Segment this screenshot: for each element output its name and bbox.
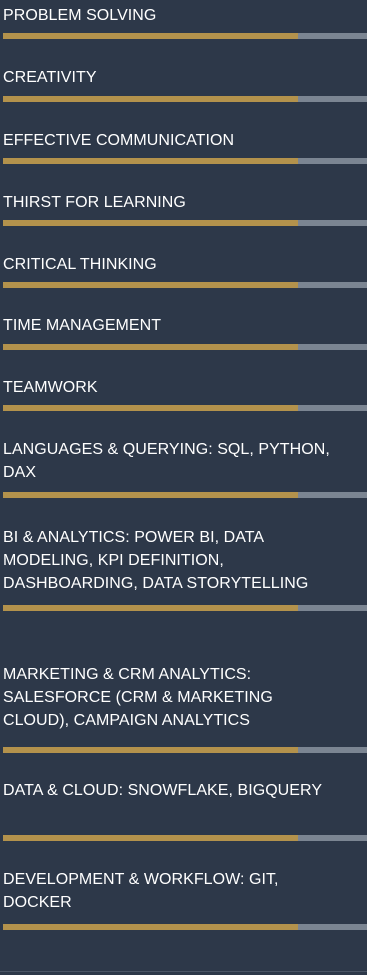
skill-progress-bar <box>3 747 367 753</box>
skill-progress-bar <box>3 405 367 411</box>
skill-progress-bar <box>3 158 367 164</box>
skill-label: CREATIVITY <box>3 69 97 86</box>
skill-item-problem-solving: PROBLEM SOLVING <box>3 4 367 39</box>
skill-progress-bar <box>3 33 367 39</box>
skill-item-data-cloud: DATA & CLOUD: SNOWFLAKE, BIGQUERY <box>3 779 367 841</box>
skill-progress-bar <box>3 96 367 102</box>
skill-label: BI & ANALYTICS: POWER BI, DATA MODELING,… <box>3 529 309 592</box>
skills-list: PROBLEM SOLVING CREATIVITY EFFECTIVE COM… <box>0 0 367 975</box>
skill-progress-fill <box>3 405 298 411</box>
section-divider <box>0 971 367 972</box>
skill-progress-fill <box>3 924 298 930</box>
skill-progress-fill <box>3 282 298 288</box>
skill-progress-fill <box>3 33 298 39</box>
skill-progress-bar <box>3 924 367 930</box>
skill-label: THIRST FOR LEARNING <box>3 194 186 211</box>
skill-progress-bar <box>3 220 367 226</box>
skill-progress-bar <box>3 344 367 350</box>
skill-item-time-management: TIME MANAGEMENT <box>3 314 367 350</box>
skill-label: DEVELOPMENT & WORKFLOW: GIT, DOCKER <box>3 871 279 911</box>
skill-progress-bar <box>3 492 367 498</box>
skill-progress-bar <box>3 282 367 288</box>
skill-item-development-workflow: DEVELOPMENT & WORKFLOW: GIT, DOCKER <box>3 868 367 930</box>
skill-progress-fill <box>3 220 298 226</box>
skill-item-critical-thinking: CRITICAL THINKING <box>3 253 367 288</box>
skill-label: EFFECTIVE COMMUNICATION <box>3 132 235 149</box>
skill-label: CRITICAL THINKING <box>3 256 157 273</box>
skill-progress-fill <box>3 344 298 350</box>
skill-progress-fill <box>3 747 298 753</box>
skill-progress-fill <box>3 492 298 498</box>
skill-item-marketing-crm-analytics: MARKETING & CRM ANALYTICS: SALESFORCE (C… <box>3 663 367 753</box>
skill-label: LANGUAGES & QUERYING: SQL, PYTHON, DAX <box>3 441 330 481</box>
skill-progress-fill <box>3 605 298 611</box>
skill-progress-fill <box>3 96 298 102</box>
skill-label: TEAMWORK <box>3 379 98 396</box>
skill-item-teamwork: TEAMWORK <box>3 376 367 411</box>
skill-label: MARKETING & CRM ANALYTICS: SALESFORCE (C… <box>3 666 273 729</box>
skill-progress-fill <box>3 835 298 841</box>
skill-item-creativity: CREATIVITY <box>3 66 367 102</box>
skill-item-thirst-for-learning: THIRST FOR LEARNING <box>3 191 367 226</box>
skill-item-bi-analytics: BI & ANALYTICS: POWER BI, DATA MODELING,… <box>3 526 367 611</box>
skill-progress-bar <box>3 835 367 841</box>
skill-label: DATA & CLOUD: SNOWFLAKE, BIGQUERY <box>3 782 323 799</box>
skill-label: PROBLEM SOLVING <box>3 7 157 24</box>
skill-progress-fill <box>3 158 298 164</box>
skill-item-languages-querying: LANGUAGES & QUERYING: SQL, PYTHON, DAX <box>3 438 367 498</box>
skill-item-effective-communication: EFFECTIVE COMMUNICATION <box>3 129 367 164</box>
skill-label: TIME MANAGEMENT <box>3 317 162 334</box>
skill-progress-bar <box>3 605 367 611</box>
